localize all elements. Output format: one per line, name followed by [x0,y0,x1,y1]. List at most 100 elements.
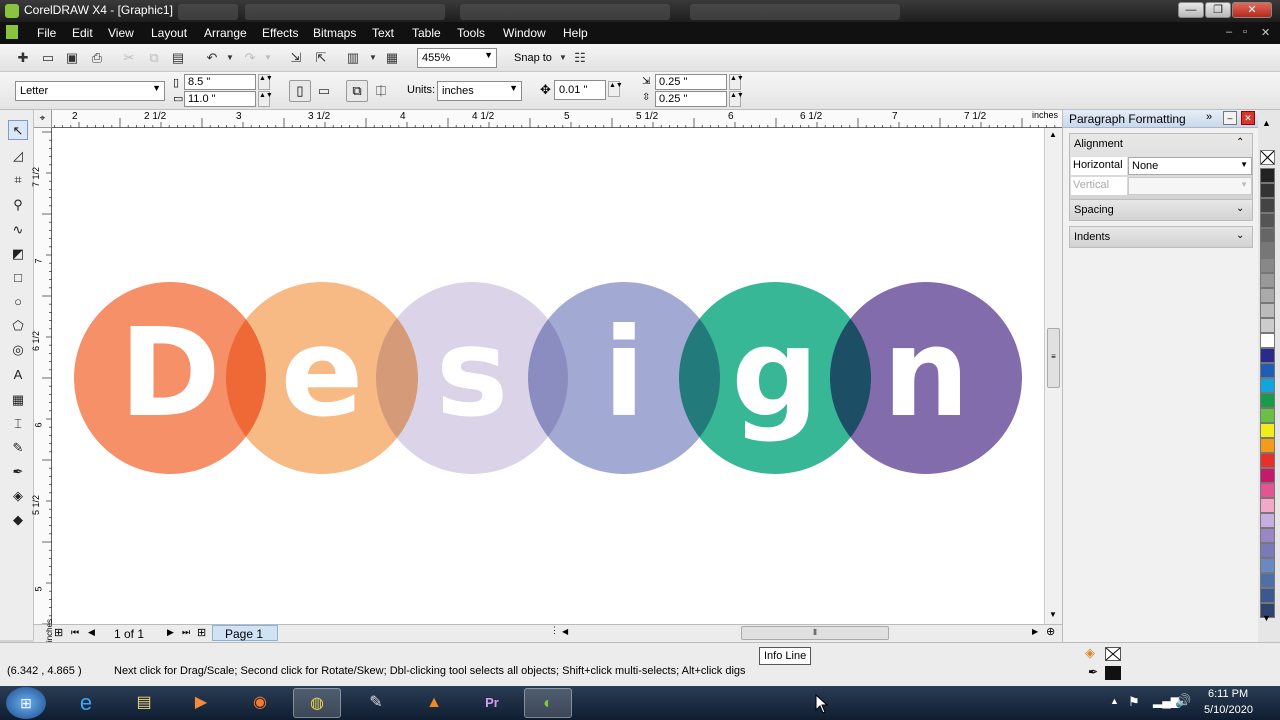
width-spinner[interactable]: ▲▼ [258,74,273,90]
expand-icon[interactable]: ⌄ [1236,203,1244,214]
fill-indicator-icon[interactable]: ◈ [1085,645,1095,661]
zoom-navigator-icon[interactable]: ⊕ [1046,625,1055,638]
table-tool-icon[interactable]: ▦ [8,390,28,410]
save-icon[interactable]: ▣ [64,50,80,66]
scroll-left-icon[interactable]: ◀ [562,627,568,636]
media-player-icon[interactable]: ▶ [177,688,225,718]
scroll-down-icon[interactable]: ▼ [1049,610,1057,619]
height-spinner[interactable]: ▲▼ [258,91,273,107]
horizontal-alignment-combo[interactable]: None ▼ [1128,157,1252,175]
menu-file[interactable]: File [37,26,56,40]
volume-icon[interactable]: 🔊 [1175,693,1191,709]
color-swatch[interactable] [1260,438,1275,453]
new-document-icon[interactable]: ✚ [15,50,31,66]
first-page-icon[interactable]: ⏮ [71,627,79,638]
color-swatch[interactable] [1260,408,1275,423]
menu-effects[interactable]: Effects [262,26,298,40]
docker-close-icon[interactable]: ✕ [1241,111,1255,125]
palette-scroll-up-icon[interactable]: ▲ [1262,118,1271,128]
undo-dropdown-icon[interactable]: ▼ [222,50,238,66]
fill-none-swatch[interactable] [1105,647,1121,661]
menu-window[interactable]: Window [503,26,546,40]
launcher-dropdown-icon[interactable]: ▼ [365,50,381,66]
color-swatch[interactable] [1260,528,1275,543]
doc-restore-button[interactable]: ▫ [1243,26,1247,38]
splitter-icon[interactable]: ⋮ [550,625,559,636]
page-width-field[interactable]: 8.5 " [184,74,256,90]
pick-tool-icon[interactable]: ↖ [8,120,28,140]
zoom-tool-icon[interactable]: ⚲ [8,195,28,215]
menu-bitmaps[interactable]: Bitmaps [313,26,356,40]
vertical-ruler[interactable]: 7 1/2 7 6 1/2 6 5 1/2 5 [31,128,52,640]
menu-view[interactable]: View [108,26,134,40]
page-tab[interactable]: Page 1 [212,625,278,641]
eyedropper-tool-icon[interactable]: ✎ [8,438,28,458]
doc-minimize-button[interactable]: – [1226,26,1232,38]
color-swatch[interactable] [1260,558,1275,573]
freehand-tool-icon[interactable]: ∿ [8,220,28,240]
color-swatch[interactable] [1260,303,1275,318]
outline-color-swatch[interactable] [1105,666,1121,680]
duplicate-x-spinner[interactable]: ▲▼ [729,74,744,90]
color-swatch[interactable] [1260,228,1275,243]
menu-edit[interactable]: Edit [72,26,93,40]
page-height-field[interactable]: 11.0 " [184,91,256,107]
show-hidden-icons[interactable]: ▲ [1110,696,1119,706]
application-launcher-icon[interactable]: ▥ [345,50,361,66]
portrait-icon[interactable]: ▯ [289,80,311,102]
rectangle-tool-icon[interactable]: □ [8,268,28,288]
snap-to-dropdown-icon[interactable]: ▼ [555,50,571,66]
expand-docker-icon[interactable]: » [1206,111,1212,123]
palette-scroll-down-icon[interactable]: ▼ [1262,613,1271,623]
color-swatch[interactable] [1260,243,1275,258]
page-size-combo[interactable]: Letter ▼ [15,81,165,101]
add-page-before-icon[interactable]: ⊞ [54,626,63,639]
units-combo[interactable]: inches ▼ [437,81,522,101]
color-swatch[interactable] [1260,588,1275,603]
cut-icon[interactable]: ✂ [121,50,137,66]
previous-page-icon[interactable]: ◀ [88,627,95,638]
menu-tools[interactable]: Tools [457,26,485,40]
color-swatch[interactable] [1260,333,1275,348]
color-swatch[interactable] [1260,453,1275,468]
color-swatch[interactable] [1260,258,1275,273]
internet-explorer-icon[interactable]: e [62,688,110,718]
duplicate-x-field[interactable]: 0.25 " [655,74,727,90]
add-page-after-icon[interactable]: ⊞ [197,626,206,639]
ellipse-tool-icon[interactable]: ○ [8,292,28,312]
vertical-scrollbar[interactable]: ▲ ≡ ▼ [1044,128,1062,624]
snap-to-button[interactable]: Snap to [514,52,552,64]
color-swatch[interactable] [1260,378,1275,393]
spacing-section[interactable]: Spacing ⌄ [1069,199,1253,221]
color-swatch[interactable] [1260,483,1275,498]
duplicate-y-spinner[interactable]: ▲▼ [729,91,744,107]
outline-indicator-icon[interactable]: ✒ [1088,665,1098,679]
zoom-level-combo[interactable]: 455% ▼ [417,48,497,68]
menu-layout[interactable]: Layout [151,26,187,40]
scroll-up-icon[interactable]: ▲ [1049,130,1057,139]
next-page-icon[interactable]: ▶ [167,627,174,638]
paint-icon[interactable]: ✎ [352,688,400,718]
close-button[interactable]: ✕ [1232,2,1272,18]
outline-tool-icon[interactable]: ✒ [8,462,28,482]
menu-table[interactable]: Table [412,26,441,40]
nudge-spinner[interactable]: ▲▼ [608,81,623,97]
all-pages-icon[interactable]: ⧉ [346,80,368,102]
polygon-tool-icon[interactable]: ⬠ [8,316,28,336]
action-center-flag-icon[interactable]: ⚑ [1128,694,1140,710]
paste-icon[interactable]: ▤ [170,50,186,66]
crop-tool-icon[interactable]: ⌗ [8,170,28,190]
vlc-icon[interactable]: ▲ [410,688,458,718]
horizontal-scroll-thumb[interactable]: ⦀ [741,626,889,640]
interactive-blend-tool-icon[interactable]: ⌶ [8,414,28,434]
color-swatch[interactable] [1260,183,1275,198]
open-folder-icon[interactable]: ▭ [40,50,56,66]
import-icon[interactable]: ⇲ [288,50,304,66]
premiere-icon[interactable]: Pr [468,688,516,718]
color-swatch[interactable] [1260,348,1275,363]
start-button[interactable]: ⊞ [6,687,46,719]
doc-close-button[interactable]: ✕ [1261,26,1270,39]
duplicate-y-field[interactable]: 0.25 " [655,91,727,107]
basic-shapes-tool-icon[interactable]: ◎ [8,340,28,360]
redo-dropdown-icon[interactable]: ▼ [260,50,276,66]
